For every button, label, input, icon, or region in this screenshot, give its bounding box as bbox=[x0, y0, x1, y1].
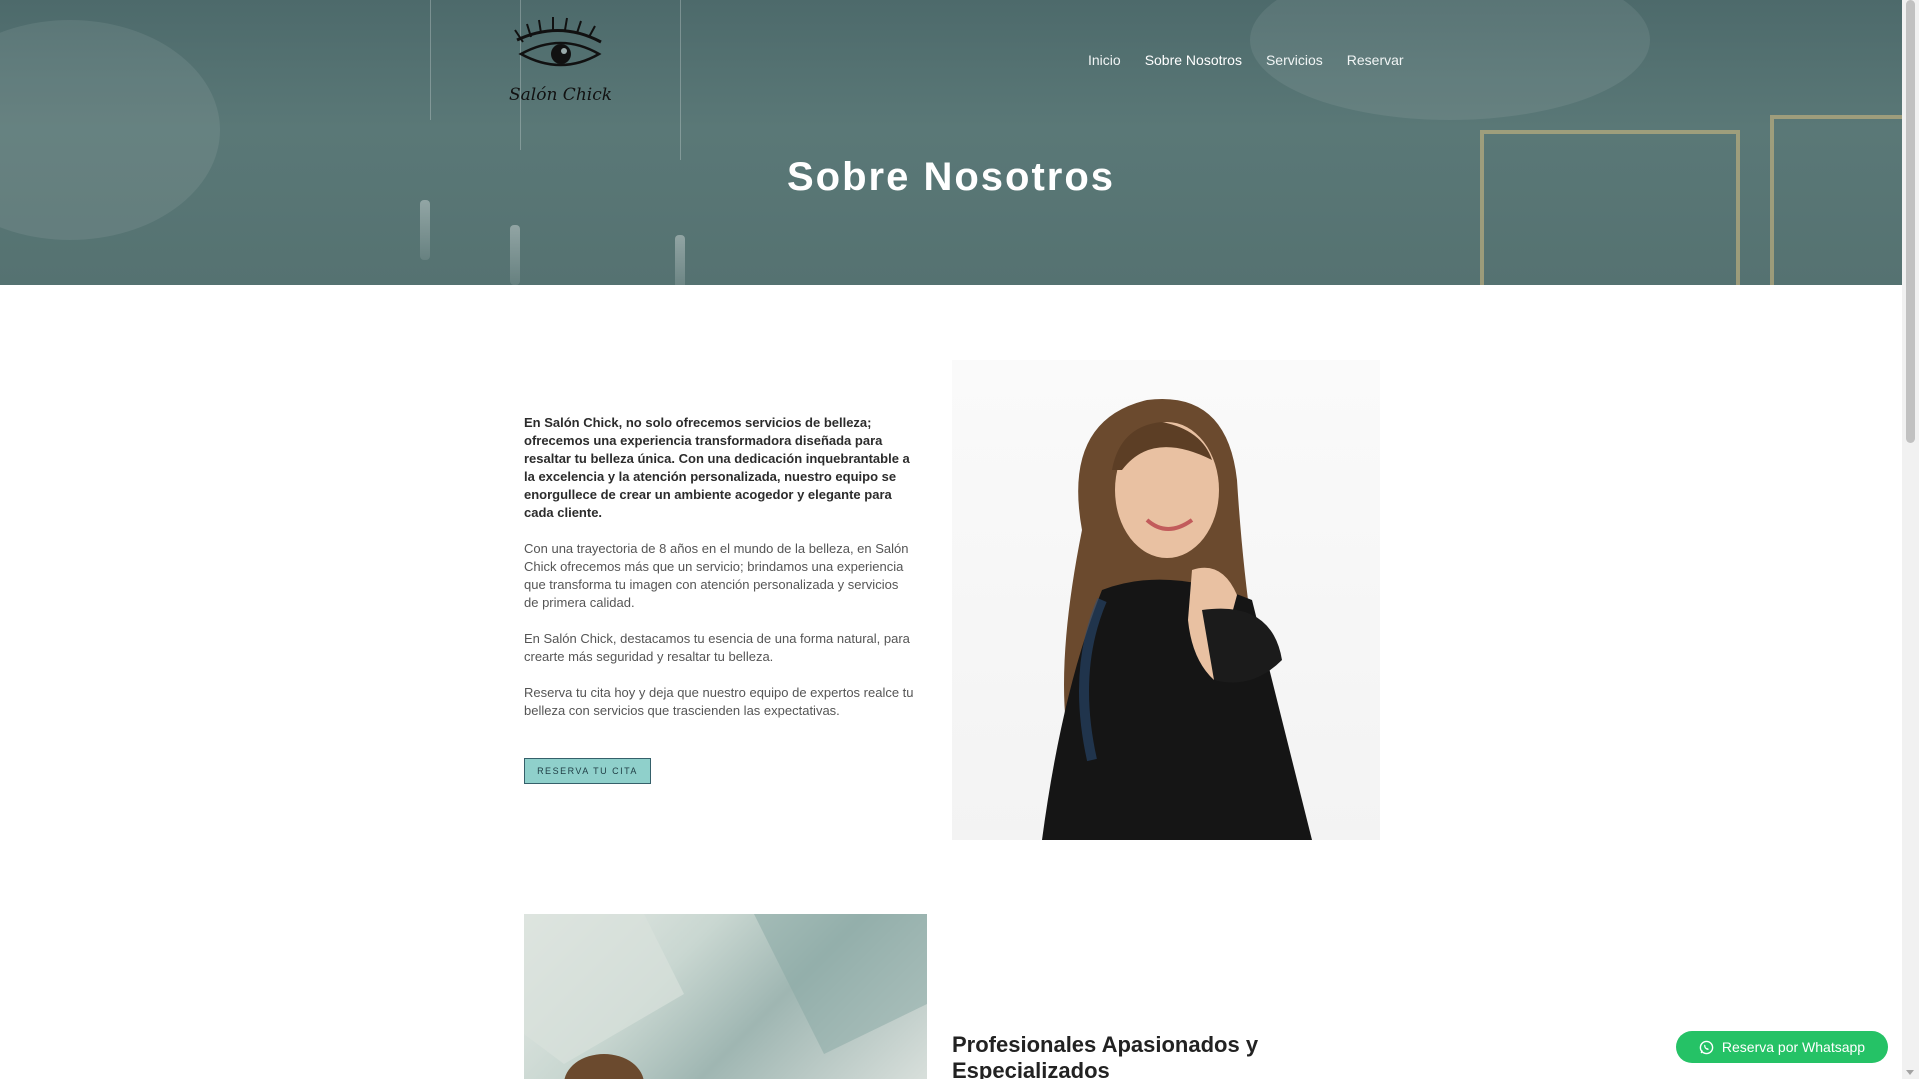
about-text: En Salón Chick, no solo ofrecemos servic… bbox=[524, 414, 916, 738]
whatsapp-icon bbox=[1699, 1040, 1714, 1054]
nav-item-reservar[interactable]: Reservar bbox=[1347, 52, 1404, 68]
whatsapp-button-label: Reserva por Whatsapp bbox=[1721, 1039, 1866, 1055]
scroll-down-arrow-icon[interactable] bbox=[1906, 1070, 1914, 1075]
hero-banner: Salón Chick Inicio Sobre Nosotros Servic… bbox=[0, 0, 1902, 285]
about-paragraph: En Salón Chick, destacamos tu esencia de… bbox=[524, 631, 910, 664]
logo-text: Salón Chick bbox=[509, 85, 611, 105]
section-heading: Profesionales Apasionados y Especializad… bbox=[952, 1032, 1259, 1079]
page-title: Sobre Nosotros bbox=[786, 155, 1116, 199]
page-scrollbar[interactable] bbox=[1902, 0, 1919, 1079]
nav-item-sobre-nosotros[interactable]: Sobre Nosotros bbox=[1145, 52, 1242, 68]
about-lead: En Salón Chick, no solo ofrecemos servic… bbox=[524, 415, 910, 520]
artwork-background-image bbox=[524, 914, 927, 1079]
book-appointment-button[interactable]: RESERVA TU CITA bbox=[524, 758, 651, 784]
salon-logo[interactable]: Salón Chick bbox=[505, 12, 612, 107]
wall-painting bbox=[1480, 130, 1740, 285]
about-paragraph: Reserva tu cita hoy y deja que nuestro e… bbox=[524, 685, 914, 718]
nav-item-servicios[interactable]: Servicios bbox=[1266, 52, 1323, 68]
team-photo bbox=[524, 914, 927, 1079]
pendant-cord bbox=[430, 0, 431, 120]
wall-painting bbox=[1770, 115, 1902, 285]
light-reflection bbox=[0, 20, 220, 240]
pendant-cord bbox=[680, 0, 681, 160]
owner-portrait bbox=[952, 360, 1380, 840]
woman-portrait-image bbox=[1042, 399, 1312, 840]
pendant-lamp bbox=[420, 200, 430, 260]
whatsapp-booking-button[interactable]: Reserva por Whatsapp bbox=[1676, 1031, 1888, 1063]
pendant-lamp bbox=[675, 235, 685, 285]
nav-item-inicio[interactable]: Inicio bbox=[1088, 52, 1121, 68]
eye-lashes-icon: Salón Chick bbox=[509, 17, 612, 105]
scrollbar-thumb[interactable] bbox=[1906, 0, 1915, 443]
about-paragraph: Con una trayectoria de 8 años en el mund… bbox=[524, 541, 909, 610]
pendant-lamp bbox=[510, 225, 520, 285]
main-nav: Inicio Sobre Nosotros Servicios Reservar bbox=[1088, 52, 1404, 68]
